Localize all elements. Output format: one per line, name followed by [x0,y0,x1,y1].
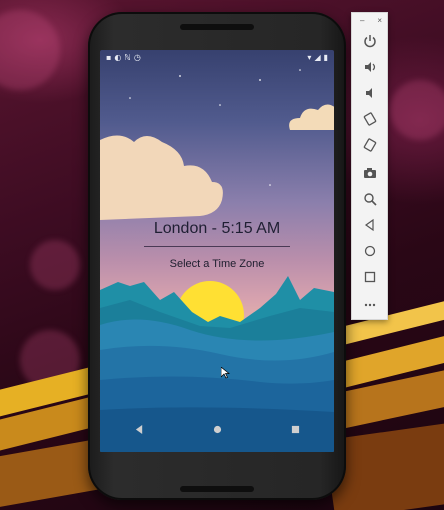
home-icon[interactable] [202,419,232,439]
cloud-icon [100,135,223,220]
star-icon [299,69,301,71]
screenshot-button[interactable] [352,163,387,183]
overview-icon [364,271,375,283]
back-icon[interactable] [124,419,154,439]
top-speaker [180,24,254,30]
zoom-button[interactable] [352,189,387,209]
volume-down-icon [365,88,372,98]
volume-down-button[interactable] [352,83,387,103]
bokeh-light [390,80,444,140]
landscape-illustration [100,69,334,452]
alarm-icon: ◷ [133,52,141,62]
volume-up-icon [364,62,375,72]
emulator-toolbar: – × [351,12,388,320]
bokeh-light [30,240,80,290]
notification-icon: ▪ [106,52,112,62]
navigation-bar [100,414,334,444]
rotate-right-button[interactable] [352,135,387,155]
home-button[interactable] [352,241,387,261]
camera-icon [363,168,376,178]
star-icon [129,97,131,99]
power-icon [363,35,376,48]
home-icon [364,245,375,257]
app-screen[interactable]: ▪ ◐ ℕ ◷ ▾ ◢ ▮ London - 5:15 AM Select a … [100,50,334,452]
star-icon [179,75,181,77]
bottom-speaker [180,486,254,492]
zoom-icon [363,193,377,206]
city-time-display: London - 5:15 AM [153,220,281,237]
phone-frame: ▪ ◐ ℕ ◷ ▾ ◢ ▮ London - 5:15 AM Select a … [88,12,346,500]
n-icon: ℕ [124,52,131,62]
back-icon [364,218,374,232]
recents-icon[interactable] [280,419,310,439]
sync-icon: ◐ [114,52,122,62]
star-icon [259,79,261,81]
mouse-cursor-icon [221,367,230,379]
star-icon [219,104,221,106]
wifi-icon: ▾ [307,52,312,62]
rotate-right-icon [363,138,376,152]
cloud-icon [289,104,334,130]
signal-icon: ◢ [314,52,321,62]
more-button[interactable] [352,295,387,315]
bokeh-light [0,10,60,90]
battery-icon: ▮ [323,52,328,62]
window-controls: – × [352,13,387,25]
title-underline [144,246,290,247]
rotate-left-icon [363,112,376,126]
rotate-left-button[interactable] [352,109,387,129]
back-button[interactable] [352,215,387,235]
volume-up-button[interactable] [352,57,387,77]
power-button[interactable] [352,31,387,51]
select-time-zone-button[interactable]: Select a Time Zone [100,258,334,270]
minimize-button[interactable]: – [360,16,364,25]
star-icon [269,184,271,186]
status-bar: ▪ ◐ ℕ ◷ ▾ ◢ ▮ [100,50,334,64]
more-icon [364,303,375,307]
overview-button[interactable] [352,267,387,287]
close-button[interactable]: × [377,16,382,25]
